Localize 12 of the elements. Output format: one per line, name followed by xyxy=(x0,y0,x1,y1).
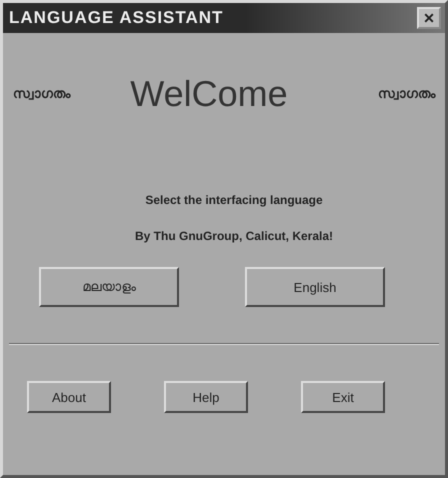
dialog-button[interactable]: About xyxy=(27,381,111,413)
dialog-button[interactable]: Exit xyxy=(301,381,385,413)
dialog-button[interactable]: Help xyxy=(164,381,248,413)
welcome-text: സ്വാഗതം xyxy=(13,86,70,102)
welcome-heading: WelCome xyxy=(130,73,288,115)
language-button[interactable]: English xyxy=(245,267,385,307)
message-text: By Thu GnuGroup, Calicut, Kerala! xyxy=(134,229,334,243)
language-button[interactable]: മലയാളം xyxy=(39,267,179,307)
close-button[interactable]: × xyxy=(417,7,441,29)
welcome-text: സ്വാഗതം xyxy=(378,86,435,102)
message-text: Select the interfacing language xyxy=(145,193,323,207)
window-title: LANGUAGE ASSISTANT xyxy=(9,8,224,28)
